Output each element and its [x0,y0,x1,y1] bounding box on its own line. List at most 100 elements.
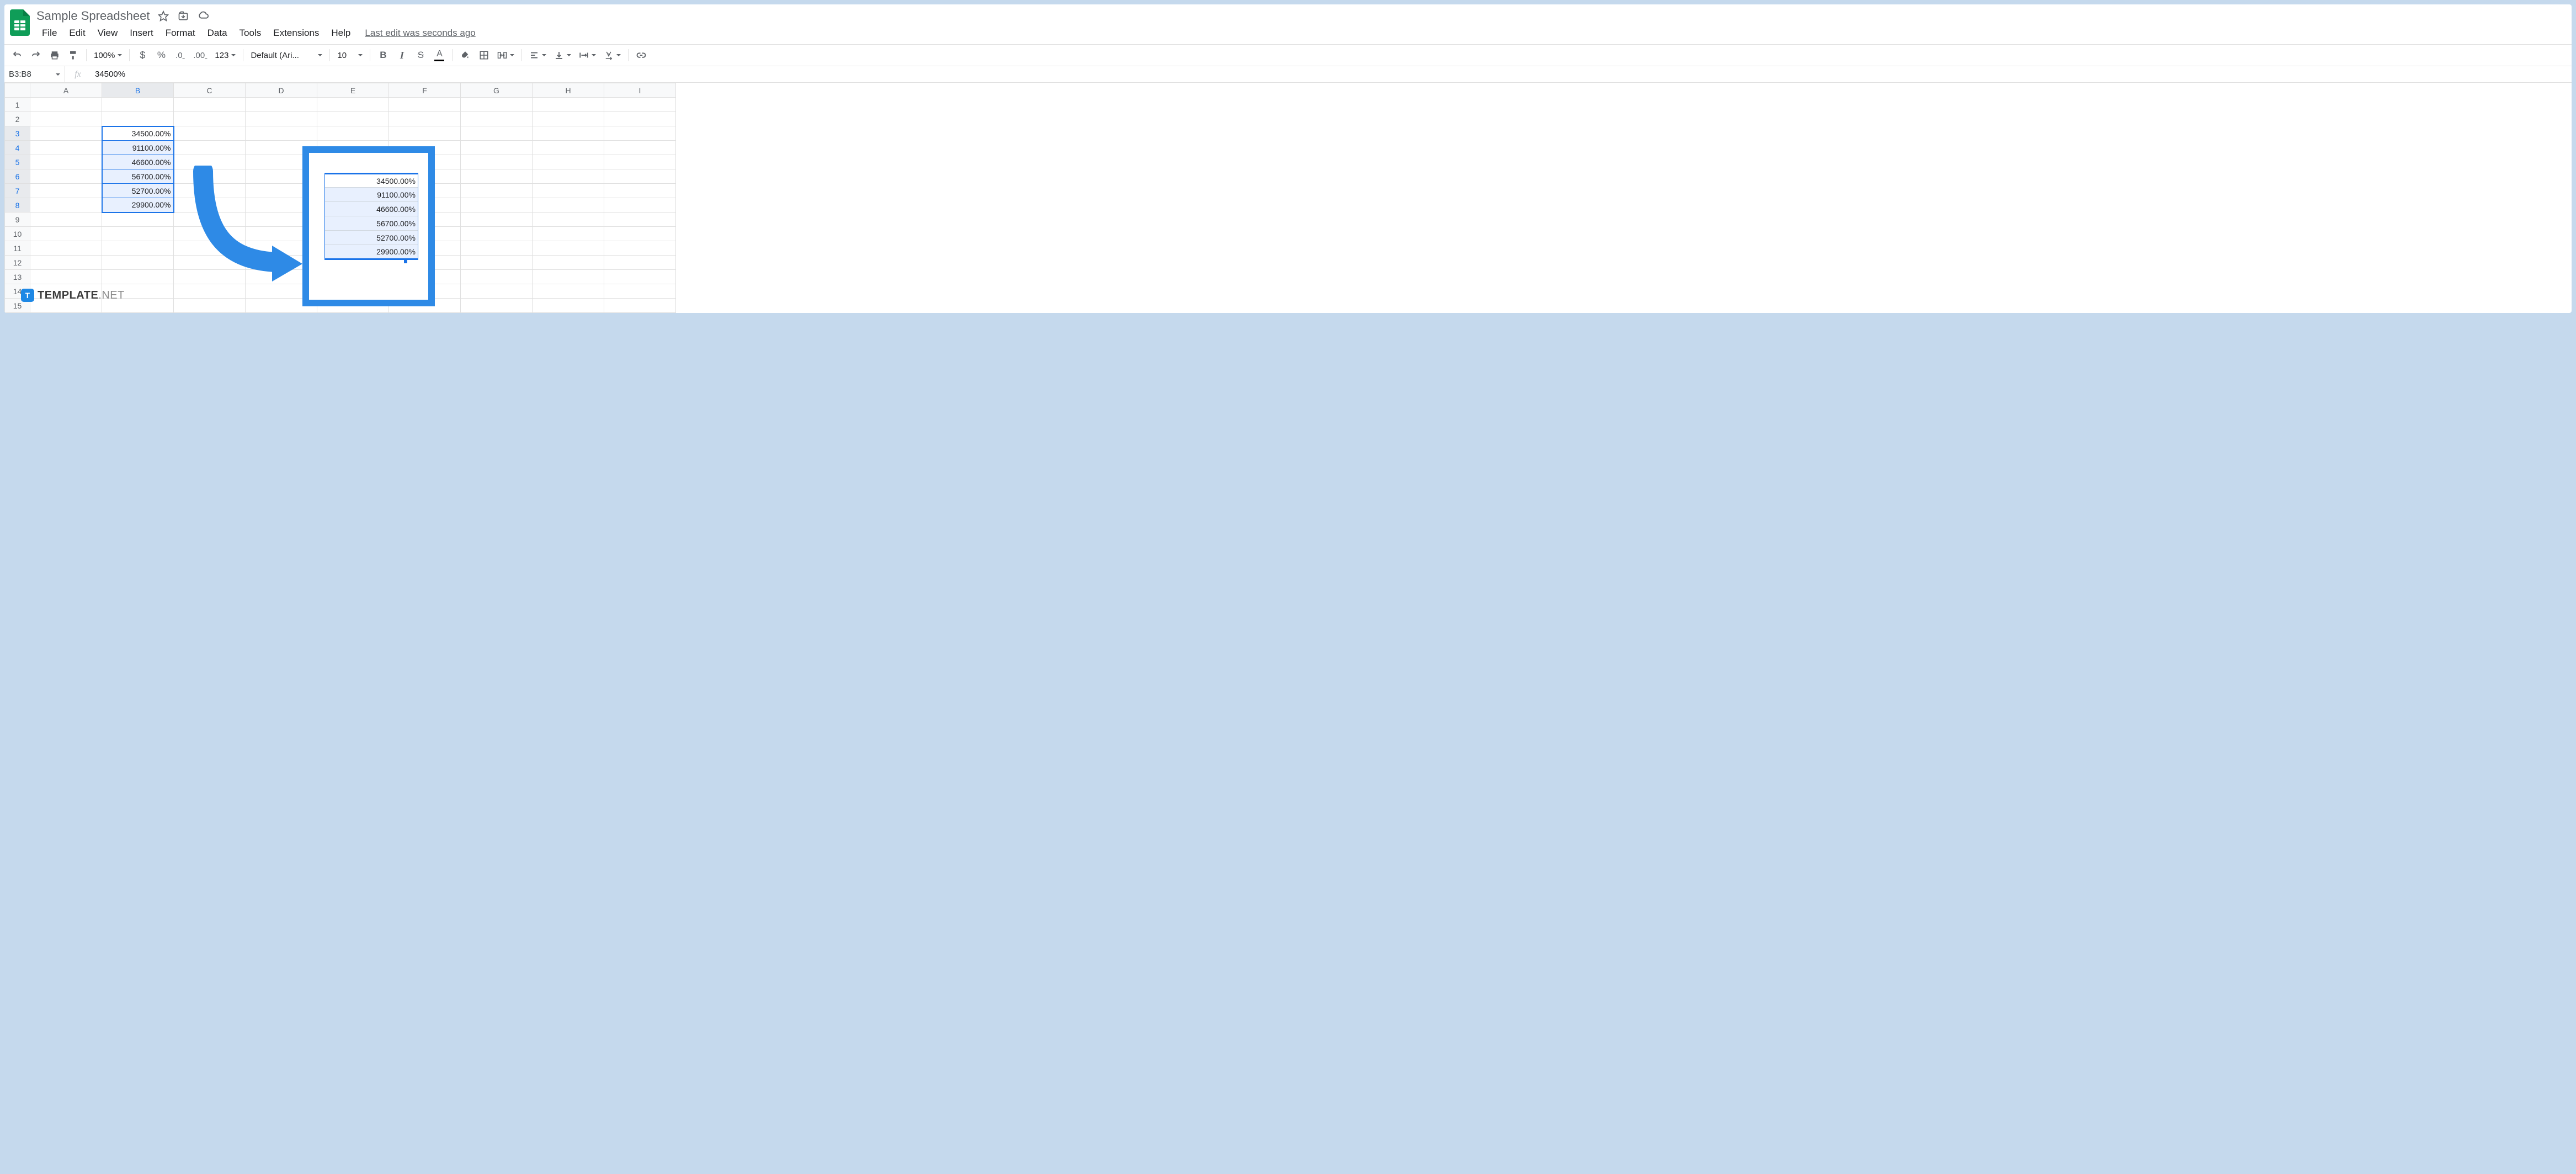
cell-I10[interactable] [604,227,676,241]
cell-I13[interactable] [604,270,676,284]
cell-H9[interactable] [533,213,604,227]
row-header-7[interactable]: 7 [5,184,30,198]
cell-A8[interactable] [30,198,102,213]
text-color-icon[interactable]: A [431,47,448,63]
cell-I6[interactable] [604,169,676,184]
cell-C12[interactable] [174,256,246,270]
cell-H13[interactable] [533,270,604,284]
cell-C5[interactable] [174,155,246,169]
strikethrough-icon[interactable]: S [412,47,429,63]
menu-tools[interactable]: Tools [234,25,267,41]
row-header-4[interactable]: 4 [5,141,30,155]
star-icon[interactable] [157,10,169,22]
sheets-logo[interactable] [9,8,31,38]
cell-G8[interactable] [461,198,533,213]
increase-decimal-icon[interactable]: .00 [190,47,210,63]
cell-H14[interactable] [533,284,604,299]
column-header-A[interactable]: A [30,83,102,98]
row-header-11[interactable]: 11 [5,241,30,256]
cell-H4[interactable] [533,141,604,155]
column-header-H[interactable]: H [533,83,604,98]
document-title[interactable]: Sample Spreadsheet [36,9,150,23]
cell-C14[interactable] [174,284,246,299]
cell-B4[interactable]: 91100.00% [102,141,174,155]
cell-I15[interactable] [604,299,676,313]
column-header-F[interactable]: F [389,83,461,98]
formula-input[interactable]: 34500% [91,70,2572,79]
row-header-8[interactable]: 8 [5,198,30,213]
cell-C10[interactable] [174,227,246,241]
cell-G4[interactable] [461,141,533,155]
cell-A4[interactable] [30,141,102,155]
cell-H3[interactable] [533,126,604,141]
cell-B7[interactable]: 52700.00% [102,184,174,198]
menu-help[interactable]: Help [326,25,356,41]
redo-icon[interactable] [28,47,44,63]
cell-C15[interactable] [174,299,246,313]
cell-H11[interactable] [533,241,604,256]
menu-edit[interactable]: Edit [63,25,91,41]
insert-link-icon[interactable] [633,47,650,63]
cell-I1[interactable] [604,98,676,112]
decrease-decimal-icon[interactable]: .0 [172,47,188,63]
column-header-E[interactable]: E [317,83,389,98]
cell-A6[interactable] [30,169,102,184]
name-box[interactable]: B3:B8 [4,66,65,82]
cell-A11[interactable] [30,241,102,256]
cell-C3[interactable] [174,126,246,141]
cell-B1[interactable] [102,98,174,112]
cell-B10[interactable] [102,227,174,241]
cell-B8[interactable]: 29900.00% [102,198,174,213]
cell-B6[interactable]: 56700.00% [102,169,174,184]
column-header-B[interactable]: B [102,83,174,98]
cell-F3[interactable] [389,126,461,141]
cell-I11[interactable] [604,241,676,256]
borders-icon[interactable] [476,47,492,63]
cell-G2[interactable] [461,112,533,126]
cell-A5[interactable] [30,155,102,169]
menu-format[interactable]: Format [160,25,201,41]
fill-color-icon[interactable] [457,47,473,63]
cell-H8[interactable] [533,198,604,213]
cell-C4[interactable] [174,141,246,155]
cell-D2[interactable] [246,112,317,126]
cell-D3[interactable] [246,126,317,141]
row-header-9[interactable]: 9 [5,213,30,227]
spreadsheet-grid[interactable]: ABCDEFGHI12334500.00%491100.00%546600.00… [4,83,2572,313]
cell-C9[interactable] [174,213,246,227]
cell-I2[interactable] [604,112,676,126]
cell-H1[interactable] [533,98,604,112]
cell-E3[interactable] [317,126,389,141]
cell-C7[interactable] [174,184,246,198]
cell-G1[interactable] [461,98,533,112]
cell-A12[interactable] [30,256,102,270]
cell-G7[interactable] [461,184,533,198]
cell-D1[interactable] [246,98,317,112]
cell-C2[interactable] [174,112,246,126]
cell-I3[interactable] [604,126,676,141]
cell-I7[interactable] [604,184,676,198]
cell-I14[interactable] [604,284,676,299]
italic-icon[interactable]: I [393,47,410,63]
font-size-dropdown[interactable]: 10 [334,47,365,63]
cell-B9[interactable] [102,213,174,227]
cell-G6[interactable] [461,169,533,184]
row-header-3[interactable]: 3 [5,126,30,141]
text-rotation-dropdown[interactable] [601,47,624,63]
cell-G5[interactable] [461,155,533,169]
last-edit-link[interactable]: Last edit was seconds ago [365,28,475,39]
cell-F1[interactable] [389,98,461,112]
row-header-10[interactable]: 10 [5,227,30,241]
cell-G3[interactable] [461,126,533,141]
row-header-13[interactable]: 13 [5,270,30,284]
cell-G14[interactable] [461,284,533,299]
cell-H10[interactable] [533,227,604,241]
move-icon[interactable] [177,10,189,22]
cell-C13[interactable] [174,270,246,284]
cell-B11[interactable] [102,241,174,256]
percent-icon[interactable]: % [153,47,169,63]
column-header-C[interactable]: C [174,83,246,98]
column-header-I[interactable]: I [604,83,676,98]
row-header-12[interactable]: 12 [5,256,30,270]
paint-format-icon[interactable] [65,47,82,63]
